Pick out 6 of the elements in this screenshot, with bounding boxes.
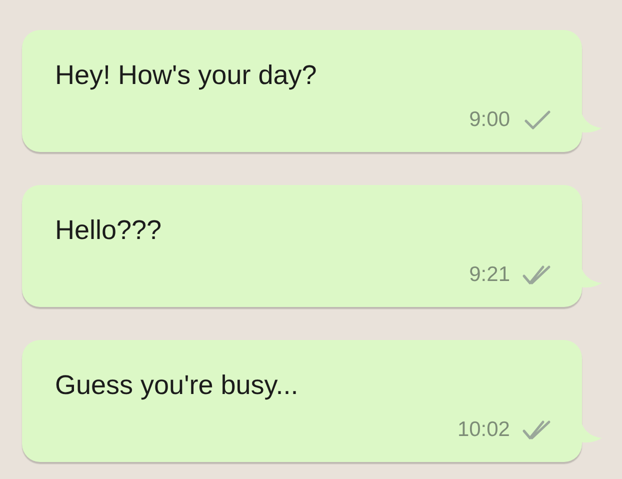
message-text: Hey! How's your day? [55, 59, 318, 92]
message-time: 9:00 [469, 107, 510, 133]
message-time: 10:02 [457, 417, 510, 443]
message-text: Guess you're busy... [55, 369, 300, 402]
message-text: Hello??? [55, 214, 163, 247]
message-time: 9:21 [469, 262, 510, 288]
